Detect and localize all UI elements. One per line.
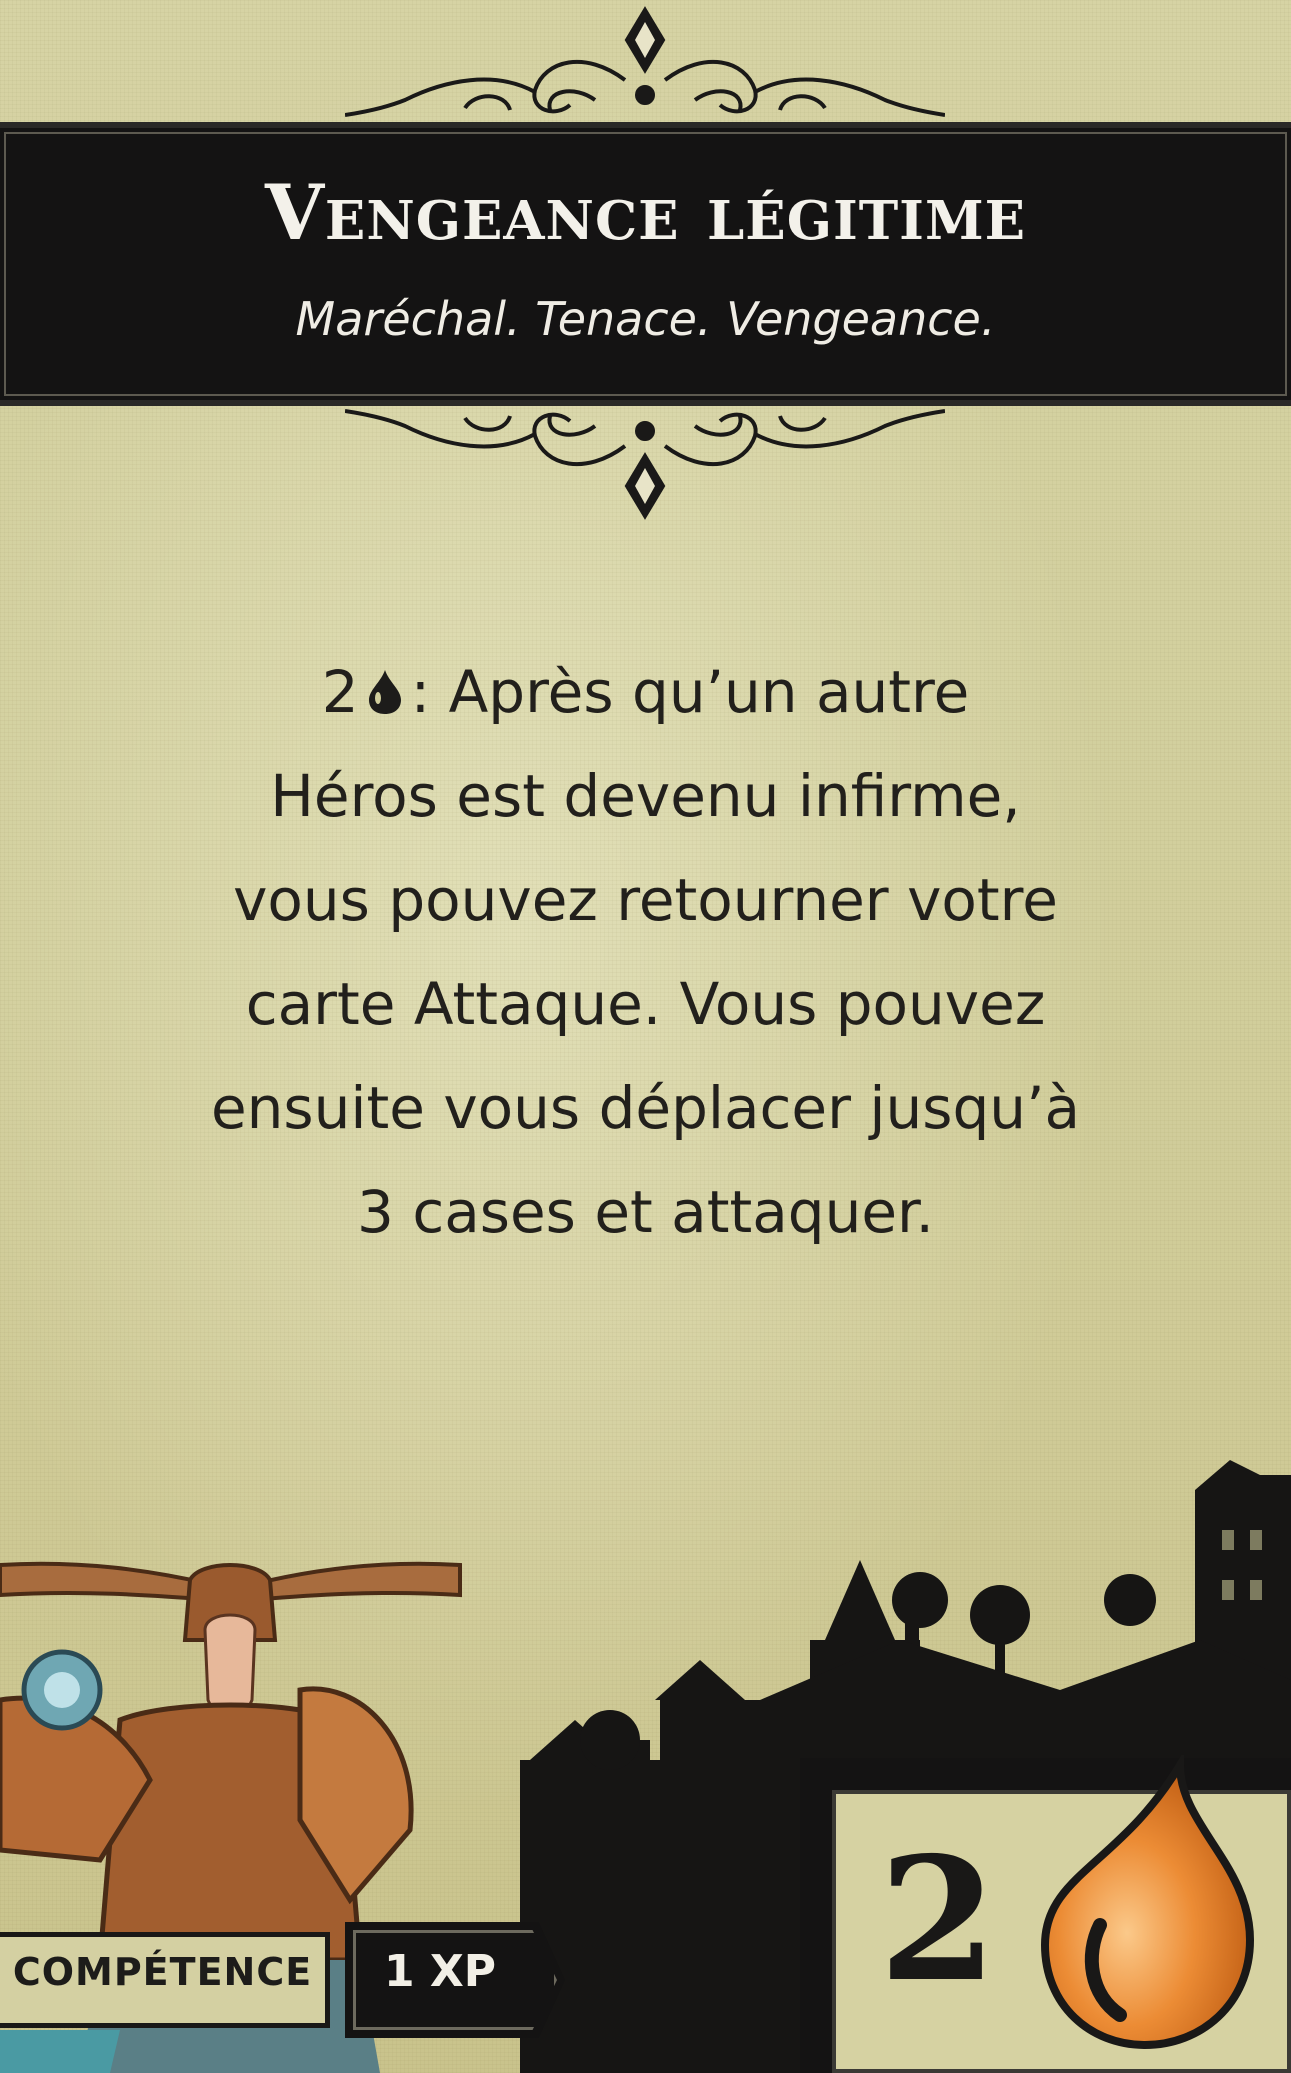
xp-cost-label: 1 XP: [383, 1946, 497, 1997]
top-flourish-ornament: [345, 6, 945, 117]
stamina-drop-icon: [1040, 1755, 1255, 2050]
skill-card: Vengeance légitime Maréchal. Tenace. Ven…: [0, 0, 1291, 2073]
rules-cost-number: 2: [321, 658, 359, 726]
card-type-label: COMPÉTENCE: [12, 1950, 313, 1994]
rules-line-4: carte Attaque. Vous pouvez: [245, 970, 1046, 1038]
title-band: [0, 122, 1291, 406]
rules-line-1: 2 : Après qu’un autre: [322, 658, 970, 726]
card-title: Vengeance légitime: [264, 168, 1027, 257]
rules-text: 2 : Après qu’un autre Héros est devenu in…: [60, 640, 1231, 1264]
bottom-flourish-ornament: [345, 409, 945, 520]
stamina-drop-icon: [368, 670, 401, 714]
card-traits: Maréchal. Tenace. Vengeance.: [295, 292, 996, 346]
rules-line-1-text: : Après qu’un autre: [410, 658, 970, 726]
rules-line-3: vous pouvez retourner votre: [233, 866, 1058, 934]
rules-line-5: ensuite vous déplacer jusqu’à: [210, 1074, 1081, 1142]
stamina-cost-value: 2: [878, 1820, 998, 2020]
rules-line-6: 3 cases et attaquer.: [357, 1178, 934, 1246]
rules-line-2: Héros est devenu infirme,: [270, 762, 1021, 830]
